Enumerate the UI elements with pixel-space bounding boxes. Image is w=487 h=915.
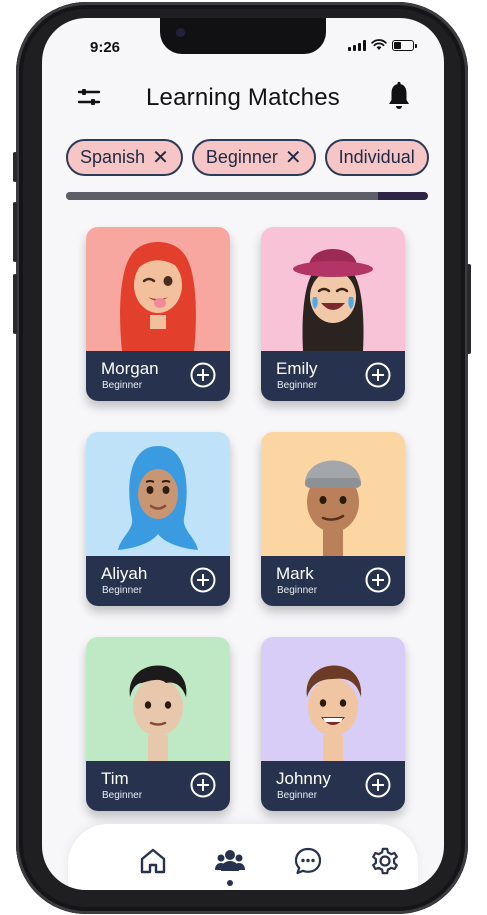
add-circle-icon[interactable] bbox=[365, 567, 391, 593]
match-level: Beginner bbox=[277, 380, 318, 391]
people-icon[interactable] bbox=[213, 844, 247, 878]
add-circle-icon[interactable] bbox=[365, 772, 391, 798]
home-icon[interactable] bbox=[136, 844, 170, 878]
avatar bbox=[120, 242, 196, 351]
app-screen: 9:26 Learning Matches Spanish ✕ Beginner… bbox=[42, 18, 444, 890]
card-footer: Emily Beginner bbox=[261, 351, 405, 401]
match-card-aliyah[interactable]: Aliyah Beginner bbox=[86, 432, 230, 606]
match-name: Emily bbox=[276, 359, 318, 378]
tab-bar bbox=[68, 824, 418, 890]
match-card-mark[interactable]: Mark Beginner bbox=[261, 432, 405, 606]
volume-up-button bbox=[13, 202, 17, 262]
avatar bbox=[304, 460, 362, 556]
active-tab-indicator bbox=[227, 880, 233, 886]
card-footer: Morgan Beginner bbox=[86, 351, 230, 401]
match-card-johnny[interactable]: Johnny Beginner bbox=[261, 637, 405, 811]
card-footer: Johnny Beginner bbox=[261, 761, 405, 811]
match-card-morgan[interactable]: Morgan Beginner bbox=[86, 227, 230, 401]
add-circle-icon[interactable] bbox=[365, 362, 391, 388]
avatar bbox=[306, 665, 362, 761]
match-level: Beginner bbox=[102, 380, 143, 391]
power-button bbox=[467, 264, 471, 354]
avatar bbox=[293, 249, 373, 351]
card-background bbox=[261, 637, 405, 761]
match-name: Tim bbox=[101, 769, 129, 788]
match-name: Morgan bbox=[101, 359, 159, 378]
card-background bbox=[86, 432, 230, 556]
match-card-emily[interactable]: Emily Beginner bbox=[261, 227, 405, 401]
card-background bbox=[86, 637, 230, 761]
card-background bbox=[86, 227, 230, 351]
matches-grid: Morgan Beginner Emily Beginner Aliyah Be… bbox=[42, 18, 444, 890]
match-name: Johnny bbox=[276, 769, 331, 788]
avatar bbox=[129, 665, 187, 761]
card-footer: Mark Beginner bbox=[261, 556, 405, 606]
match-level: Beginner bbox=[277, 790, 318, 801]
chat-icon[interactable] bbox=[291, 844, 325, 878]
add-circle-icon[interactable] bbox=[190, 567, 216, 593]
match-level: Beginner bbox=[102, 790, 143, 801]
match-name: Mark bbox=[276, 564, 314, 583]
card-footer: Aliyah Beginner bbox=[86, 556, 230, 606]
mute-switch bbox=[13, 152, 17, 182]
gear-icon[interactable] bbox=[368, 844, 402, 878]
match-level: Beginner bbox=[277, 585, 318, 596]
volume-down-button bbox=[13, 274, 17, 334]
card-background bbox=[261, 227, 405, 351]
card-background bbox=[261, 432, 405, 556]
match-level: Beginner bbox=[102, 585, 143, 596]
card-footer: Tim Beginner bbox=[86, 761, 230, 811]
match-card-tim[interactable]: Tim Beginner bbox=[86, 637, 230, 811]
match-name: Aliyah bbox=[101, 564, 148, 583]
add-circle-icon[interactable] bbox=[190, 772, 216, 798]
add-circle-icon[interactable] bbox=[190, 362, 216, 388]
avatar bbox=[118, 446, 198, 550]
